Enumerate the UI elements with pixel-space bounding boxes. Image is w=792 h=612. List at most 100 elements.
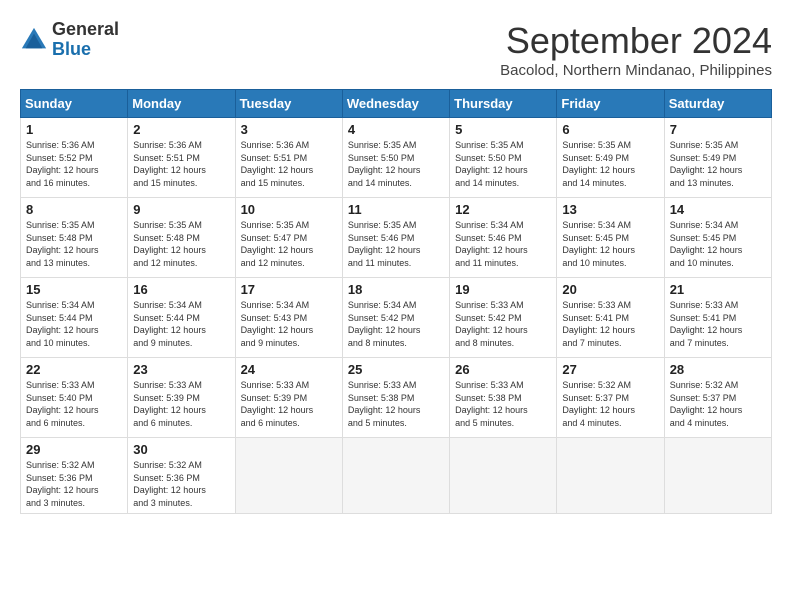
- day-number: 11: [348, 202, 444, 217]
- day-info: Sunrise: 5:32 AM Sunset: 5:37 PM Dayligh…: [562, 379, 658, 429]
- weekday-header: Wednesday: [342, 90, 449, 118]
- day-info: Sunrise: 5:35 AM Sunset: 5:50 PM Dayligh…: [455, 139, 551, 189]
- logo-line2: Blue: [52, 40, 119, 60]
- day-number: 29: [26, 442, 122, 457]
- calendar-week-row: 29 Sunrise: 5:32 AM Sunset: 5:36 PM Dayli…: [21, 438, 772, 514]
- calendar-day-cell: 21 Sunrise: 5:33 AM Sunset: 5:41 PM Dayli…: [664, 278, 771, 358]
- day-number: 27: [562, 362, 658, 377]
- day-info: Sunrise: 5:34 AM Sunset: 5:44 PM Dayligh…: [133, 299, 229, 349]
- day-info: Sunrise: 5:32 AM Sunset: 5:36 PM Dayligh…: [133, 459, 229, 509]
- day-number: 30: [133, 442, 229, 457]
- day-number: 15: [26, 282, 122, 297]
- day-info: Sunrise: 5:35 AM Sunset: 5:48 PM Dayligh…: [133, 219, 229, 269]
- calendar-day-cell: 22Sunrise: 5:33 AM Sunset: 5:40 PM Dayli…: [21, 358, 128, 438]
- calendar-day-cell: 23 Sunrise: 5:33 AM Sunset: 5:39 PM Dayli…: [128, 358, 235, 438]
- logo: General Blue: [20, 20, 119, 60]
- page-header: General Blue September 2024 Bacolod, Nor…: [20, 20, 772, 79]
- calendar-day-cell: [557, 438, 664, 514]
- day-info: Sunrise: 5:33 AM Sunset: 5:40 PM Dayligh…: [26, 379, 122, 429]
- month-title: September 2024: [500, 20, 772, 62]
- calendar-week-row: 8 Sunrise: 5:35 AM Sunset: 5:48 PM Daylig…: [21, 198, 772, 278]
- calendar-day-cell: 8 Sunrise: 5:35 AM Sunset: 5:48 PM Daylig…: [21, 198, 128, 278]
- calendar-day-cell: 4 Sunrise: 5:35 AM Sunset: 5:50 PM Daylig…: [342, 118, 449, 198]
- calendar-day-cell: 9 Sunrise: 5:35 AM Sunset: 5:48 PM Daylig…: [128, 198, 235, 278]
- weekday-header: Thursday: [450, 90, 557, 118]
- day-number: 23: [133, 362, 229, 377]
- weekday-header-row: SundayMondayTuesdayWednesdayThursdayFrid…: [21, 90, 772, 118]
- day-info: Sunrise: 5:33 AM Sunset: 5:39 PM Dayligh…: [241, 379, 337, 429]
- calendar-day-cell: 2Sunrise: 5:36 AM Sunset: 5:51 PM Daylig…: [128, 118, 235, 198]
- day-info: Sunrise: 5:35 AM Sunset: 5:49 PM Dayligh…: [562, 139, 658, 189]
- day-info: Sunrise: 5:32 AM Sunset: 5:37 PM Dayligh…: [670, 379, 766, 429]
- day-number: 19: [455, 282, 551, 297]
- calendar-week-row: 1 Sunrise: 5:36 AM Sunset: 5:52 PM Daylig…: [21, 118, 772, 198]
- day-number: 12: [455, 202, 551, 217]
- day-info: Sunrise: 5:34 AM Sunset: 5:46 PM Dayligh…: [455, 219, 551, 269]
- day-info: Sunrise: 5:34 AM Sunset: 5:45 PM Dayligh…: [670, 219, 766, 269]
- title-section: September 2024 Bacolod, Northern Mindana…: [500, 20, 772, 79]
- calendar-day-cell: 13 Sunrise: 5:34 AM Sunset: 5:45 PM Dayli…: [557, 198, 664, 278]
- calendar-day-cell: 19Sunrise: 5:33 AM Sunset: 5:42 PM Dayli…: [450, 278, 557, 358]
- day-info: Sunrise: 5:33 AM Sunset: 5:39 PM Dayligh…: [133, 379, 229, 429]
- calendar-table: SundayMondayTuesdayWednesdayThursdayFrid…: [20, 89, 772, 514]
- calendar-day-cell: 1 Sunrise: 5:36 AM Sunset: 5:52 PM Daylig…: [21, 118, 128, 198]
- day-number: 9: [133, 202, 229, 217]
- calendar-day-cell: 27 Sunrise: 5:32 AM Sunset: 5:37 PM Dayli…: [557, 358, 664, 438]
- calendar-day-cell: 30 Sunrise: 5:32 AM Sunset: 5:36 PM Dayli…: [128, 438, 235, 514]
- day-number: 3: [241, 122, 337, 137]
- day-number: 8: [26, 202, 122, 217]
- day-number: 24: [241, 362, 337, 377]
- calendar-day-cell: 3 Sunrise: 5:36 AM Sunset: 5:51 PM Daylig…: [235, 118, 342, 198]
- calendar-day-cell: 7Sunrise: 5:35 AM Sunset: 5:49 PM Daylig…: [664, 118, 771, 198]
- calendar-day-cell: 28 Sunrise: 5:32 AM Sunset: 5:37 PM Dayli…: [664, 358, 771, 438]
- day-number: 4: [348, 122, 444, 137]
- weekday-header: Friday: [557, 90, 664, 118]
- day-info: Sunrise: 5:35 AM Sunset: 5:48 PM Dayligh…: [26, 219, 122, 269]
- calendar-day-cell: 5 Sunrise: 5:35 AM Sunset: 5:50 PM Daylig…: [450, 118, 557, 198]
- day-number: 6: [562, 122, 658, 137]
- day-info: Sunrise: 5:35 AM Sunset: 5:50 PM Dayligh…: [348, 139, 444, 189]
- calendar-day-cell: 15 Sunrise: 5:34 AM Sunset: 5:44 PM Dayli…: [21, 278, 128, 358]
- day-info: Sunrise: 5:33 AM Sunset: 5:41 PM Dayligh…: [562, 299, 658, 349]
- calendar-day-cell: 17 Sunrise: 5:34 AM Sunset: 5:43 PM Dayli…: [235, 278, 342, 358]
- day-number: 16: [133, 282, 229, 297]
- day-number: 5: [455, 122, 551, 137]
- calendar-day-cell: 26Sunrise: 5:33 AM Sunset: 5:38 PM Dayli…: [450, 358, 557, 438]
- day-info: Sunrise: 5:32 AM Sunset: 5:36 PM Dayligh…: [26, 459, 122, 509]
- day-info: Sunrise: 5:33 AM Sunset: 5:41 PM Dayligh…: [670, 299, 766, 349]
- day-number: 21: [670, 282, 766, 297]
- calendar-day-cell: [664, 438, 771, 514]
- day-info: Sunrise: 5:33 AM Sunset: 5:38 PM Dayligh…: [348, 379, 444, 429]
- day-info: Sunrise: 5:33 AM Sunset: 5:38 PM Dayligh…: [455, 379, 551, 429]
- calendar-day-cell: [235, 438, 342, 514]
- day-info: Sunrise: 5:34 AM Sunset: 5:43 PM Dayligh…: [241, 299, 337, 349]
- day-info: Sunrise: 5:34 AM Sunset: 5:42 PM Dayligh…: [348, 299, 444, 349]
- day-number: 1: [26, 122, 122, 137]
- calendar-day-cell: 10 Sunrise: 5:35 AM Sunset: 5:47 PM Dayli…: [235, 198, 342, 278]
- weekday-header: Tuesday: [235, 90, 342, 118]
- calendar-day-cell: [450, 438, 557, 514]
- day-number: 14: [670, 202, 766, 217]
- day-number: 25: [348, 362, 444, 377]
- day-number: 10: [241, 202, 337, 217]
- calendar-day-cell: 11 Sunrise: 5:35 AM Sunset: 5:46 PM Dayli…: [342, 198, 449, 278]
- logo-line1: General: [52, 20, 119, 40]
- day-info: Sunrise: 5:34 AM Sunset: 5:45 PM Dayligh…: [562, 219, 658, 269]
- day-info: Sunrise: 5:35 AM Sunset: 5:46 PM Dayligh…: [348, 219, 444, 269]
- day-number: 13: [562, 202, 658, 217]
- day-number: 28: [670, 362, 766, 377]
- day-info: Sunrise: 5:36 AM Sunset: 5:51 PM Dayligh…: [241, 139, 337, 189]
- day-number: 17: [241, 282, 337, 297]
- calendar-day-cell: 25 Sunrise: 5:33 AM Sunset: 5:38 PM Dayli…: [342, 358, 449, 438]
- day-info: Sunrise: 5:36 AM Sunset: 5:52 PM Dayligh…: [26, 139, 122, 189]
- weekday-header: Saturday: [664, 90, 771, 118]
- calendar-day-cell: 29 Sunrise: 5:32 AM Sunset: 5:36 PM Dayli…: [21, 438, 128, 514]
- calendar-day-cell: [342, 438, 449, 514]
- day-info: Sunrise: 5:35 AM Sunset: 5:47 PM Dayligh…: [241, 219, 337, 269]
- calendar-week-row: 22Sunrise: 5:33 AM Sunset: 5:40 PM Dayli…: [21, 358, 772, 438]
- day-info: Sunrise: 5:34 AM Sunset: 5:44 PM Dayligh…: [26, 299, 122, 349]
- day-number: 2: [133, 122, 229, 137]
- calendar-day-cell: 14 Sunrise: 5:34 AM Sunset: 5:45 PM Dayli…: [664, 198, 771, 278]
- calendar-day-cell: 16 Sunrise: 5:34 AM Sunset: 5:44 PM Dayli…: [128, 278, 235, 358]
- logo-icon: [20, 26, 48, 54]
